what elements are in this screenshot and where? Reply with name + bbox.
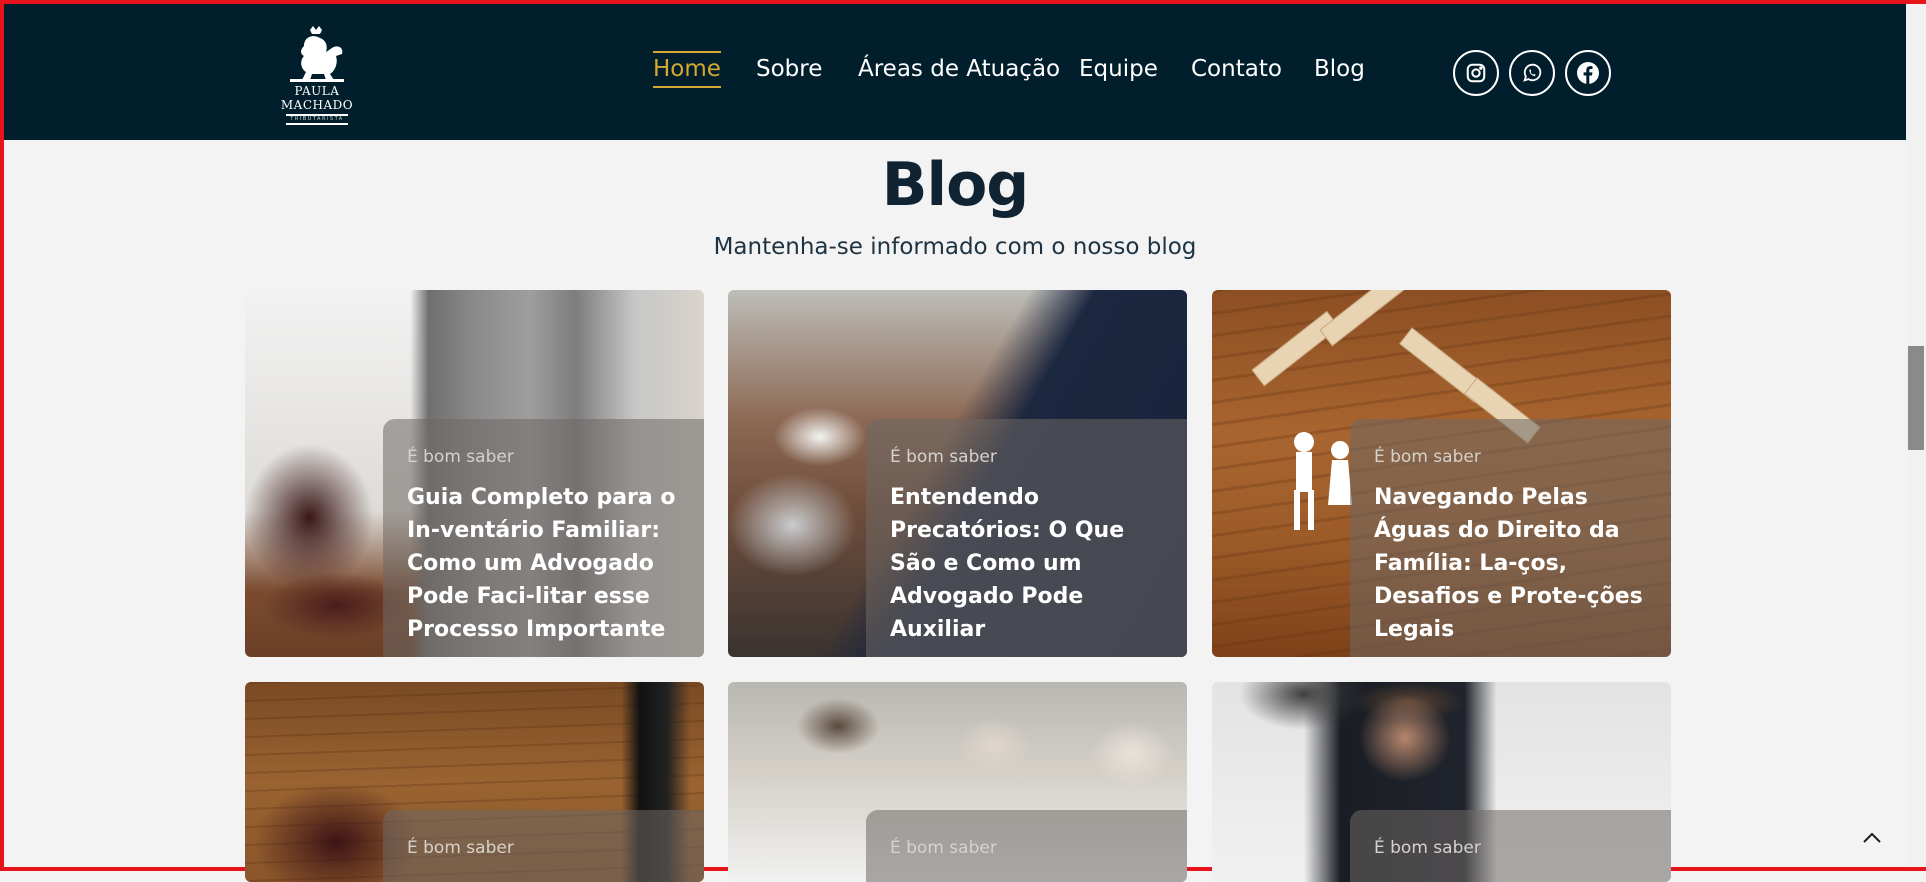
nav-areas-de-atuacao[interactable]: Áreas de Atuação (858, 56, 1060, 82)
nav-contato[interactable]: Contato (1191, 56, 1282, 82)
blog-card-overlay: É bom saber Navegando Pelas Águas do Dir… (1350, 419, 1671, 657)
blog-card-title[interactable]: Navegando Pelas Águas do Direito da Famí… (1374, 481, 1647, 646)
blog-card-overlay: É bom saber Guia Completo para o In-vent… (383, 419, 704, 657)
blog-card[interactable]: É bom saber Guia Completo para o In-vent… (245, 290, 704, 657)
nav-sobre[interactable]: Sobre (756, 56, 822, 82)
section-title: Blog (881, 150, 1029, 220)
blog-card[interactable]: É bom saber (1212, 682, 1671, 882)
back-to-top-button[interactable] (1860, 826, 1884, 850)
brand-tagline: TRIBUTARISTA (286, 114, 348, 125)
blog-card[interactable]: É bom saber (728, 682, 1187, 882)
scrollbar-thumb[interactable] (1908, 346, 1924, 450)
facebook-icon (1577, 62, 1599, 84)
blog-card-title[interactable]: Entendendo Precatórios: O Que São e Como… (890, 481, 1163, 646)
blog-card-overlay: É bom saber (866, 810, 1187, 882)
blog-card-tag: É bom saber (1374, 447, 1481, 467)
blog-card[interactable]: É bom saber Entendendo Precatórios: O Qu… (728, 290, 1187, 657)
site-header: PAULA MACHADO TRIBUTARISTA Home Sobre Ár… (4, 4, 1906, 140)
blog-card-overlay: É bom saber Entendendo Precatórios: O Qu… (866, 419, 1187, 657)
brand-name: PAULA MACHADO (280, 84, 354, 112)
blog-card-tag: É bom saber (407, 838, 514, 858)
blog-card-tag: É bom saber (890, 447, 997, 467)
whatsapp-button[interactable] (1509, 50, 1555, 96)
brand-logo[interactable]: PAULA MACHADO TRIBUTARISTA (262, 26, 372, 125)
blog-card-overlay: É bom saber (1350, 810, 1671, 882)
blog-card[interactable]: É bom saber Navegando Pelas Águas do Dir… (1212, 290, 1671, 657)
blog-card-tag: É bom saber (407, 447, 514, 467)
whatsapp-icon (1523, 63, 1542, 82)
section-subtitle: Mantenha-se informado com o nosso blog (713, 234, 1197, 260)
blog-card-tag: É bom saber (890, 838, 997, 858)
nav-equipe[interactable]: Equipe (1079, 56, 1158, 82)
chevron-up-icon (1863, 832, 1881, 843)
nav-blog[interactable]: Blog (1314, 56, 1365, 82)
instagram-icon (1466, 63, 1486, 83)
facebook-button[interactable] (1565, 50, 1611, 96)
blog-card[interactable]: É bom saber (245, 682, 704, 882)
nav-home[interactable]: Home (653, 51, 721, 88)
blog-card-tag: É bom saber (1374, 838, 1481, 858)
blog-card-overlay: É bom saber (383, 810, 704, 882)
blog-card-title[interactable]: Guia Completo para o In-ventário Familia… (407, 481, 680, 646)
lion-icon (290, 26, 344, 82)
instagram-button[interactable] (1453, 50, 1499, 96)
